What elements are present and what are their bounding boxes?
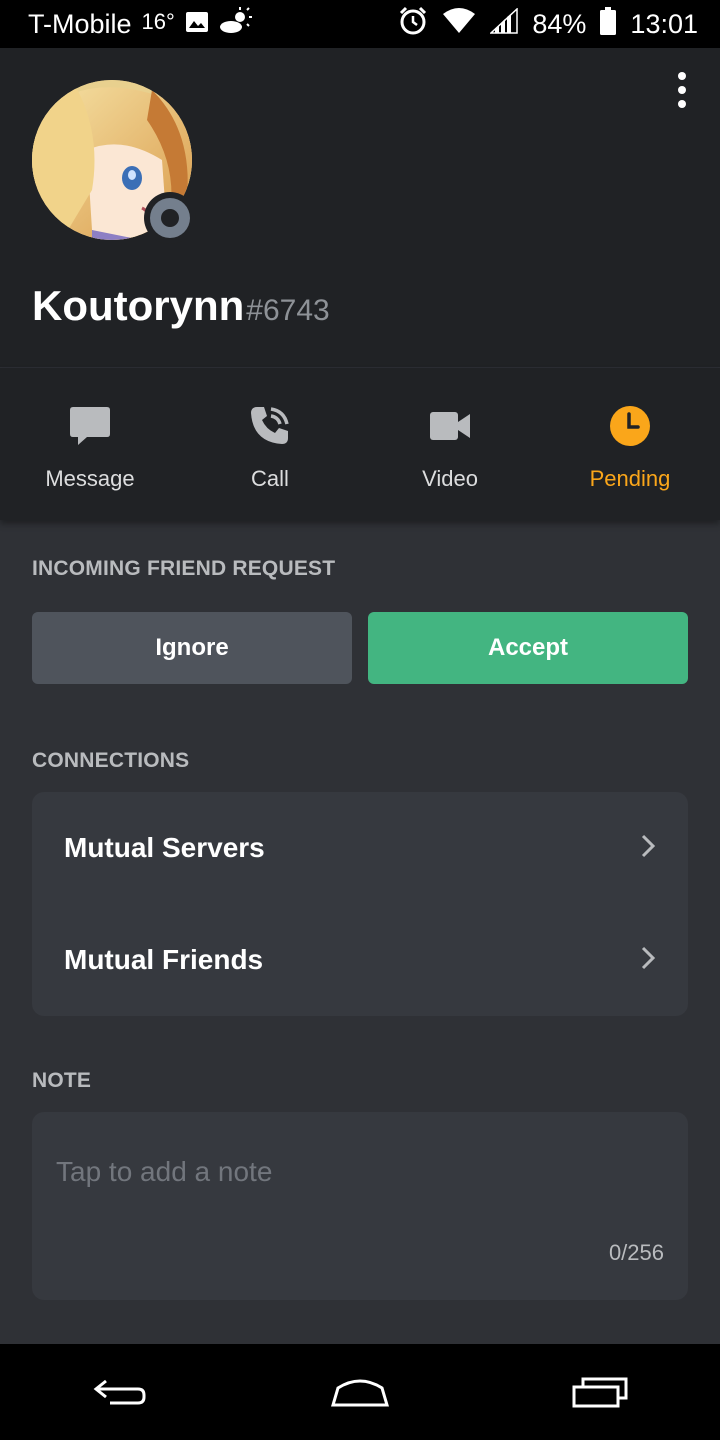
note-placeholder: Tap to add a note: [56, 1156, 273, 1187]
recents-icon: [572, 1377, 628, 1408]
note-field[interactable]: Tap to add a note 0/256: [32, 1112, 688, 1300]
ignore-button[interactable]: Ignore: [32, 612, 352, 684]
chevron-right-icon: [640, 833, 656, 864]
username: Koutorynn: [32, 282, 245, 329]
message-icon: [69, 404, 111, 448]
mutual-friends-row[interactable]: Mutual Friends: [32, 904, 688, 1016]
chevron-right-icon: [640, 945, 656, 976]
note-heading: NOTE: [32, 1069, 92, 1092]
call-button[interactable]: Call: [180, 368, 360, 520]
discriminator: #6743: [246, 294, 330, 327]
more-options-icon[interactable]: [672, 72, 692, 108]
message-label: Message: [45, 466, 135, 491]
home-button[interactable]: [310, 1362, 410, 1422]
action-bar: Message Call Video Pending: [0, 368, 720, 520]
note-character-count: 0/256: [608, 1240, 664, 1265]
mutual-friends-label: Mutual Friends: [64, 944, 264, 975]
message-button[interactable]: Message: [0, 368, 180, 520]
mutual-servers-label: Mutual Servers: [64, 832, 265, 863]
home-icon: [330, 1379, 390, 1407]
connections-card: Mutual Servers Mutual Friends: [32, 792, 688, 1016]
battery-icon: [600, 6, 617, 42]
recents-button[interactable]: [550, 1362, 650, 1422]
navigation-bar: [0, 1344, 720, 1440]
status-indicator: [144, 192, 196, 244]
connections-heading: CONNECTIONS: [32, 749, 190, 772]
status-bar: T-Mobile 16° 84% 13:01: [0, 0, 720, 48]
pending-button[interactable]: Pending: [540, 368, 720, 520]
accept-button[interactable]: Accept: [368, 612, 688, 684]
battery-percent: 84%: [532, 8, 587, 39]
alarm-icon: [398, 6, 428, 43]
back-icon: [93, 1379, 146, 1405]
wifi-icon: [442, 7, 476, 41]
friend-request-heading: INCOMING FRIEND REQUEST: [32, 557, 336, 580]
profile-username: Koutorynn #6743: [32, 282, 330, 330]
call-icon: [249, 404, 291, 448]
temperature-label: 16°: [141, 9, 175, 34]
mutual-servers-row[interactable]: Mutual Servers: [32, 792, 688, 904]
signal-icon: [489, 6, 519, 41]
back-button[interactable]: [70, 1362, 170, 1422]
call-label: Call: [251, 466, 289, 491]
profile-header: Koutorynn #6743: [0, 48, 720, 368]
offline-status-icon: [150, 198, 190, 238]
carrier-label: T-Mobile: [28, 8, 132, 39]
image-icon: [185, 9, 209, 40]
weather-icon: [219, 6, 253, 42]
video-icon: [429, 404, 471, 448]
pending-label: Pending: [589, 466, 671, 491]
video-label: Video: [422, 466, 478, 491]
video-button[interactable]: Video: [360, 368, 540, 520]
clock-icon: [609, 404, 651, 448]
clock-time: 13:01: [630, 8, 698, 39]
